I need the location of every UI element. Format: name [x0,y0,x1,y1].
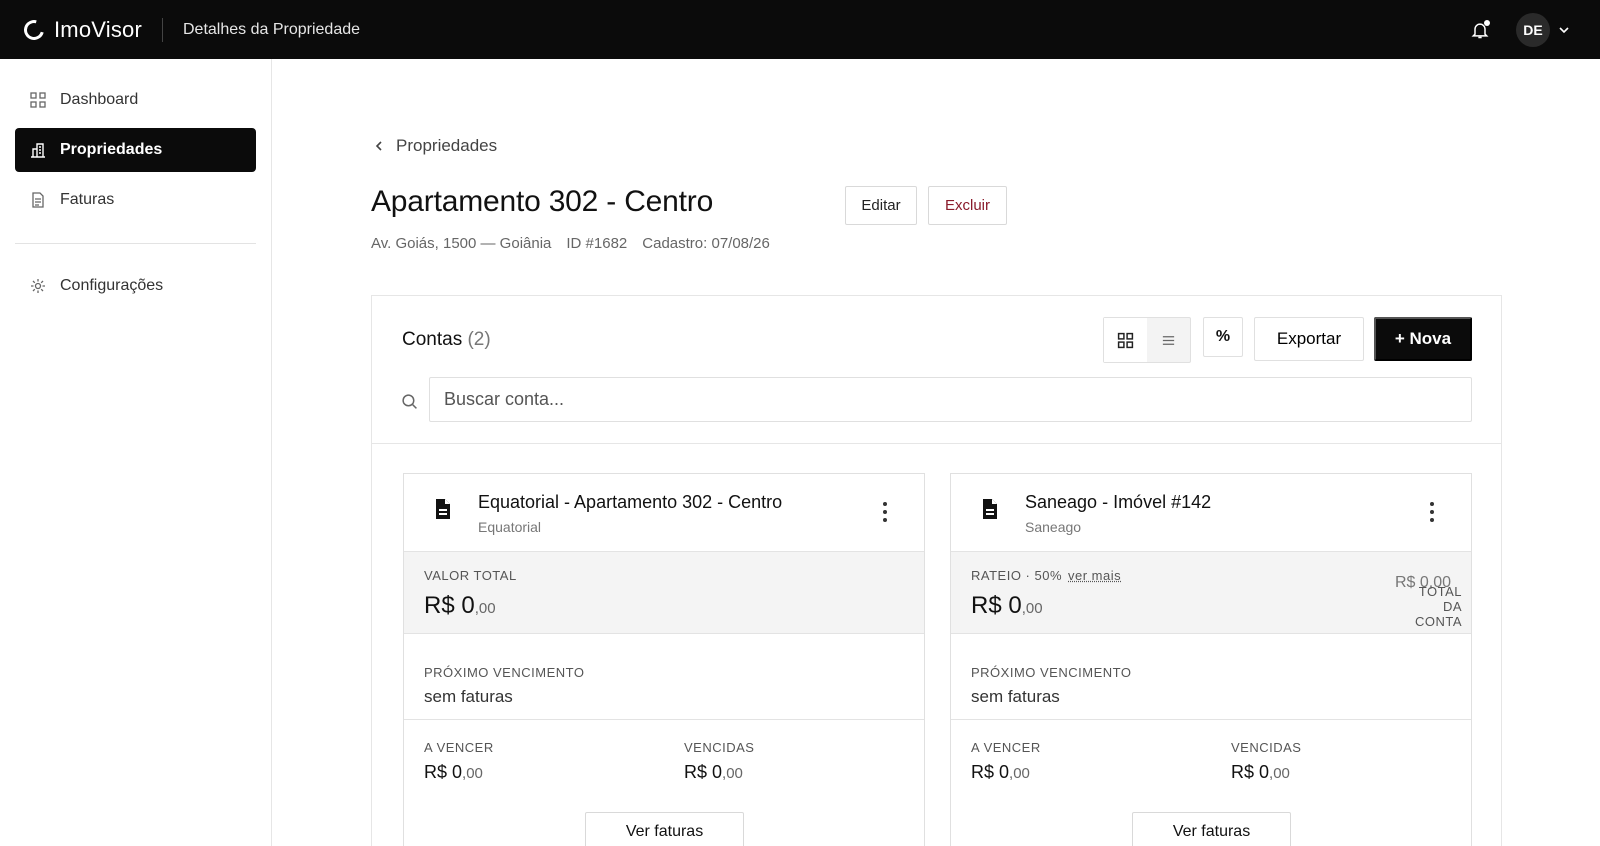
vencidas-label: VENCIDAS [684,740,755,755]
vencidas-cents: ,00 [722,765,743,782]
a-vencer-cents: ,00 [462,765,483,782]
next-due-value: sem faturas [424,687,513,706]
vencidas-cents: ,00 [1269,765,1290,782]
search-icon [402,394,417,409]
sidebar-divider [15,243,256,244]
a-vencer-main: R$ 0 [424,762,463,782]
conta-card: Saneago - Imóvel #142 Saneago RATEIO · 5… [950,473,1472,846]
value-rateio: R$ 0,00 [971,592,1043,620]
property-address: Av. Goiás, 1500 — Goiânia [371,235,552,252]
value-band: RATEIO · 50% ver mais R$ 0,00 TOTAL DA CO… [951,552,1471,634]
chevron-left-icon [375,141,382,151]
next-due-section: PRÓXIMO VENCIMENTO sem faturas [951,634,1471,720]
add-conta-button[interactable]: + Nova [1374,317,1472,361]
card-title[interactable]: Saneago - Imóvel #142 [1025,492,1211,513]
value-cents: ,00 [1021,600,1043,617]
a-vencer-main: R$ 0 [971,762,1010,782]
chevron-down-icon[interactable] [1558,24,1570,36]
a-vencer-value: R$ 0,00 [971,762,1030,783]
total-conta-label: TOTAL DA CONTA [1414,584,1462,629]
kebab-menu-icon[interactable] [882,501,888,523]
breadcrumb[interactable]: Propriedades [372,136,497,156]
grid-icon [1117,332,1134,348]
contas-title: Contas (2) [402,329,491,351]
ver-faturas-button[interactable]: Ver faturas [585,812,744,846]
sidebar-item-label: Propriedades [60,141,163,158]
value-label: VALOR TOTAL [424,568,517,583]
notification-dot-icon [1484,19,1490,26]
value-main: R$ 0 [424,592,475,619]
breadcrumb-label: Propriedades [396,136,498,155]
card-header: Saneago - Imóvel #142 Saneago [951,474,1471,552]
next-due-label: PRÓXIMO VENCIMENTO [424,665,585,680]
edit-button[interactable]: Editar [845,186,917,225]
property-cadastro: Cadastro: 07/08/26 [642,235,770,252]
sidebar-item-label: Configurações [60,277,164,294]
sidebar-item-dashboard[interactable]: Dashboard [15,78,256,122]
next-due-section: PRÓXIMO VENCIMENTO sem faturas [404,634,924,720]
ver-mais-link[interactable]: ver mais [1068,568,1121,583]
rateio-text: RATEIO · 50% [971,568,1063,583]
sidebar-item-label: Faturas [60,191,115,208]
a-vencer-label: A VENCER [424,740,494,755]
card-title[interactable]: Equatorial - Apartamento 302 - Centro [478,492,782,513]
contas-count: (2) [467,329,491,350]
building-icon [29,142,46,159]
topbar-page-title: Detalhes da Propriedade [183,20,361,38]
vencidas-value: R$ 0,00 [1231,762,1290,783]
contas-panel: Contas (2) % Exportar + Nova Equatorial … [371,295,1502,846]
top-bar: ImoVisor Detalhes da Propriedade DE [0,0,1600,59]
gear-icon [29,278,46,295]
sidebar: Dashboard Propriedades Faturas Configura… [0,59,272,846]
grid-icon [29,92,46,109]
sidebar-item-faturas[interactable]: Faturas [15,178,256,222]
page-title: Apartamento 302 - Centro [371,185,714,218]
list-view-button[interactable] [1147,318,1190,362]
property-id: ID #1682 [566,235,628,252]
next-due-label: PRÓXIMO VENCIMENTO [971,665,1132,680]
property-meta: Av. Goiás, 1500 — Goiânia ID #1682 Cadas… [371,235,770,252]
value-band: VALOR TOTAL R$ 0,00 [404,552,924,634]
kebab-menu-icon[interactable] [1429,501,1435,523]
ver-faturas-button[interactable]: Ver faturas [1132,812,1291,846]
value-total: R$ 0,00 [424,592,496,620]
notifications-button[interactable] [1470,19,1490,40]
total-conta: TOTAL DA CONTA R$ 0,00 [1395,568,1462,629]
logo-icon [20,15,48,44]
panel-divider [372,443,1501,444]
document-icon [29,192,46,209]
contas-title-text: Contas [402,329,463,350]
value-cents: ,00 [474,600,496,617]
avatar[interactable]: DE [1516,12,1550,47]
search-input[interactable] [429,377,1472,422]
a-vencer-cents: ,00 [1009,765,1030,782]
vencidas-main: R$ 0 [684,762,723,782]
app-name: ImoVisor [54,16,142,42]
document-icon [983,499,997,519]
conta-card: Equatorial - Apartamento 302 - Centro Eq… [403,473,925,846]
vencidas-main: R$ 0 [1231,762,1270,782]
card-header: Equatorial - Apartamento 302 - Centro Eq… [404,474,924,552]
sidebar-item-propriedades[interactable]: Propriedades [15,128,256,172]
card-subtitle: Saneago [1025,519,1082,535]
value-main: R$ 0 [971,592,1022,619]
a-vencer-value: R$ 0,00 [424,762,483,783]
view-toggle [1103,317,1191,363]
topbar-divider [162,17,163,42]
delete-button[interactable]: Excluir [928,186,1007,225]
vencidas-value: R$ 0,00 [684,762,743,783]
vencidas-label: VENCIDAS [1231,740,1302,755]
next-due-value: sem faturas [971,687,1060,706]
list-icon [1162,335,1175,345]
rateio-label: RATEIO · 50% ver mais [971,568,1121,583]
logo[interactable]: ImoVisor [20,15,142,44]
a-vencer-label: A VENCER [971,740,1041,755]
sidebar-item-label: Dashboard [60,91,139,108]
sidebar-item-configuracoes[interactable]: Configurações [15,264,256,308]
card-subtitle: Equatorial [478,519,542,535]
export-button[interactable]: Exportar [1254,317,1364,361]
document-icon [436,499,450,519]
grid-view-button[interactable] [1104,318,1147,362]
percent-button[interactable]: % [1203,317,1243,357]
